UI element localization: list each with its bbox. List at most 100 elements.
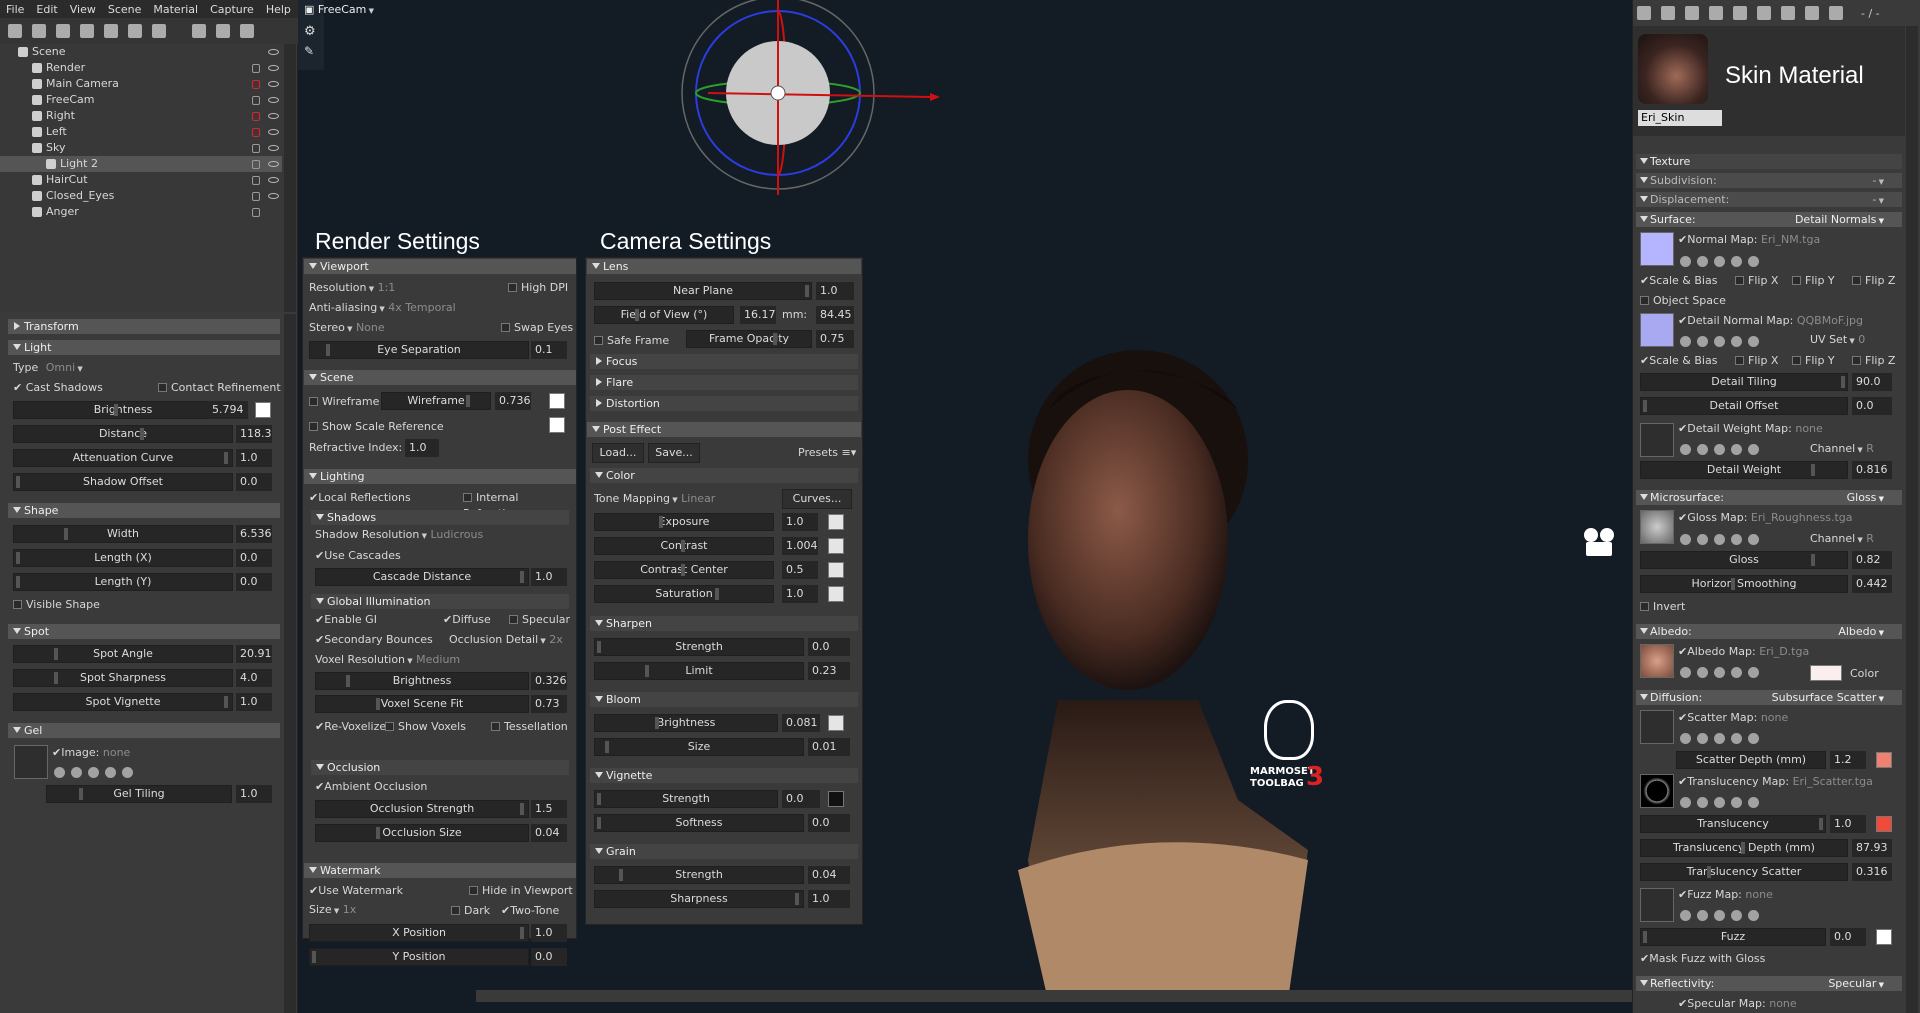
gi-section[interactable]: Global Illumination [311,594,569,609]
scale-bias-checkbox[interactable]: ✔Scale & Bias [1640,273,1717,289]
bloom-section[interactable]: Bloom [590,692,858,707]
flare-section[interactable]: Flare [590,375,858,390]
settings-icon[interactable] [54,766,65,778]
grain-sharpness-value[interactable]: 1.0 [808,890,850,908]
contrast-swatch[interactable] [828,538,844,554]
close-icon[interactable] [122,766,133,778]
grain-section[interactable]: Grain [590,844,858,859]
width-slider[interactable]: Width [13,525,233,543]
translucency-depth-value[interactable]: 87.93 [1852,839,1892,857]
paint-icon[interactable] [1757,6,1771,20]
refractive-value[interactable]: 1.0 [405,439,439,457]
exposure-slider[interactable]: Exposure [594,513,774,531]
curves-button[interactable]: Curves... [782,489,852,509]
folder-icon[interactable] [192,24,206,38]
lock-icon[interactable] [252,208,260,217]
grain-sharpness-slider[interactable]: Sharpness [594,890,804,908]
settings-icon[interactable] [1680,796,1691,808]
translucency-scatter-slider[interactable]: Translucency Scatter [1640,863,1848,881]
x-position-slider[interactable]: X Position [309,924,529,942]
show-voxels-checkbox[interactable]: Show Voxels [385,719,466,735]
lens-section[interactable]: Lens [587,259,861,274]
material-page-indicator[interactable]: - / - [1861,7,1880,20]
cascade-value[interactable]: 1.0 [531,568,567,586]
focus-section[interactable]: Focus [590,354,858,369]
attenuation-value[interactable]: 1.0 [236,449,272,467]
camera-select[interactable]: ▣ FreeCam [304,3,374,16]
occ-strength-value[interactable]: 1.5 [531,800,567,818]
scale-bias-2-checkbox[interactable]: ✔Scale & Bias [1640,353,1717,369]
reload-icon[interactable] [1731,533,1742,545]
detail-offset-value[interactable]: 0.0 [1852,397,1892,415]
visibility-eye-icon[interactable] [268,145,279,151]
contrast-value[interactable]: 1.004 [782,537,818,555]
duplicate-material-icon[interactable] [1661,6,1675,20]
microsurface-section[interactable]: Microsurface: Gloss [1636,490,1902,505]
swap-eyes-checkbox[interactable]: Swap Eyes [501,320,573,336]
spot-vignette-value[interactable]: 1.0 [236,693,272,711]
fov-slider[interactable]: Field of View (°) [594,306,734,324]
vignette-softness-value[interactable]: 0.0 [808,814,850,832]
search-icon[interactable] [71,766,82,778]
eyedropper-icon[interactable] [1714,443,1725,455]
add-material-icon[interactable] [1637,6,1651,20]
lock-icon[interactable] [252,144,260,153]
voxel-fit-value[interactable]: 0.73 [531,695,567,713]
light-gizmo[interactable] [678,0,958,200]
menu-view[interactable]: View [70,3,96,16]
material-preview-thumb[interactable] [1638,34,1708,104]
eyedropper-icon[interactable] [1714,732,1725,744]
shadows-section[interactable]: Shadows [311,510,569,525]
visibility-eye-icon[interactable] [268,193,279,199]
voxel-resolution-row[interactable]: Voxel Resolution Medium [315,650,460,670]
channel-dropdown[interactable]: Channel R [1810,439,1874,459]
horizon-value[interactable]: 0.442 [1852,575,1892,593]
contrast-center-swatch[interactable] [828,562,844,578]
scene-tree-item[interactable]: FreeCam [0,92,282,108]
search-icon[interactable] [1697,443,1708,455]
visibility-eye-icon[interactable] [268,129,279,135]
scatter-color-swatch[interactable] [1876,752,1892,768]
spot-angle-slider[interactable]: Spot Angle [13,645,233,663]
eyedropper-icon[interactable] [1714,255,1725,267]
brightness-value[interactable]: 5.794 [208,401,248,419]
fuzz-color-swatch[interactable] [1876,929,1892,945]
reload-icon[interactable] [1731,732,1742,744]
vignette-strength-slider[interactable]: Strength [594,790,778,808]
lock-icon[interactable] [252,112,260,121]
wireframe-value[interactable]: 0.736 [495,392,531,410]
attenuation-slider[interactable]: Attenuation Curve [13,449,233,467]
edit-icon[interactable] [1829,6,1843,20]
scene-tree-item[interactable]: Left [0,124,282,140]
flip-z-checkbox[interactable]: Flip Z [1852,273,1895,289]
gloss-map-thumb[interactable] [1640,510,1674,544]
occ-size-value[interactable]: 0.04 [531,824,567,842]
reload-icon[interactable] [1731,335,1742,347]
flip-x-2-checkbox[interactable]: Flip X [1735,353,1778,369]
vignette-color-swatch[interactable] [828,791,844,807]
menu-material[interactable]: Material [153,3,198,16]
viewport-section[interactable]: Viewport [304,259,576,274]
scene-tree-item[interactable]: Render [0,60,282,76]
antialiasing-row[interactable]: Anti-aliasing 4x Temporal [309,298,456,318]
type-value[interactable]: Omni [46,361,83,374]
shadow-offset-slider[interactable]: Shadow Offset [13,473,233,491]
gel-tiling-slider[interactable]: Gel Tiling [46,785,232,803]
skeleton-icon[interactable] [80,24,94,38]
sharpen-strength-value[interactable]: 0.0 [808,638,850,656]
eyedropper-icon[interactable] [1714,666,1725,678]
detail-weight-value[interactable]: 0.816 [1852,461,1892,479]
two-tone-checkbox[interactable]: ✔Two-Tone [501,903,559,919]
mm-value[interactable]: 84.45 [816,306,854,324]
flip-z-2-checkbox[interactable]: Flip Z [1852,353,1895,369]
voxel-fit-slider[interactable]: Voxel Scene Fit [315,695,529,713]
resolution-row[interactable]: Resolution 1:1 [309,278,395,298]
transform-section[interactable]: Transform [8,319,280,334]
secondary-bounces-checkbox[interactable]: ✔Secondary Bounces [315,632,433,648]
reload-icon[interactable] [1731,255,1742,267]
reload-icon[interactable] [1731,443,1742,455]
visibility-eye-icon[interactable] [268,49,279,55]
close-icon[interactable] [1748,443,1759,455]
saturation-value[interactable]: 1.0 [782,585,818,603]
diffuse-checkbox[interactable]: ✔Diffuse [443,612,491,628]
